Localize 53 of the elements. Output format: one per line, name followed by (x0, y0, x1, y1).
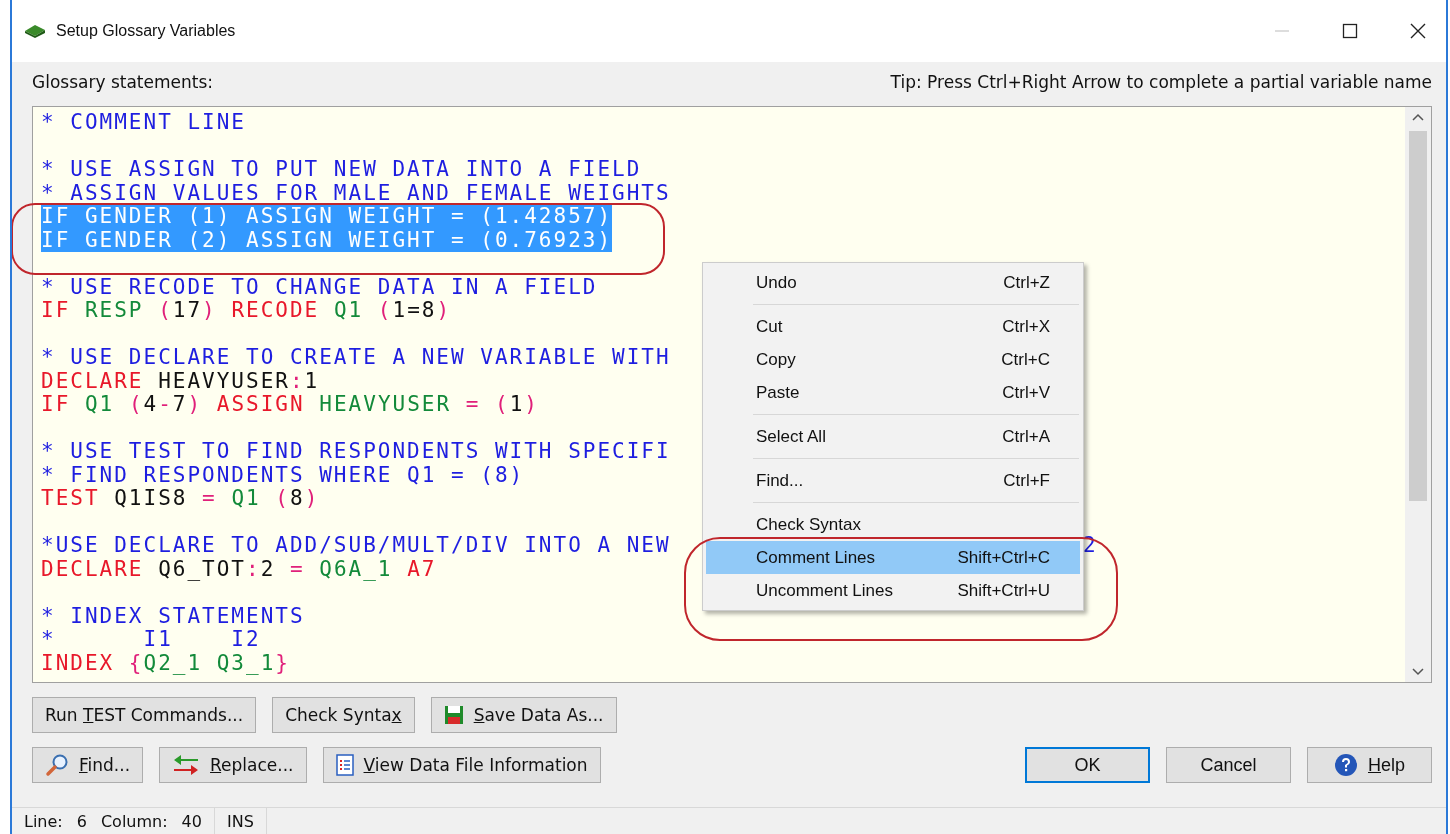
scroll-down-icon[interactable] (1412, 668, 1424, 676)
book-icon (24, 23, 46, 39)
code-line: TEST Q1IS8 = Q1 (8) (41, 486, 320, 510)
status-text: Column: (100, 812, 168, 830)
toolbar-button[interactable]: Check Syntax (272, 697, 415, 733)
code-line: IF RESP (17) RECODE Q1 (1=8) (41, 298, 452, 322)
code-line: * ASSIGN VALUES FOR MALE AND FEMALE WEIGHTS (41, 180, 671, 205)
status-text: Line: (24, 812, 63, 830)
code-line: * USE DECLARE TO CREATE A NEW VARIABLE WITH (41, 345, 671, 369)
code-line: *USE DECLARE TO ADD/SUB/MULT/DIV INTO A NEW (41, 533, 671, 557)
code-line: * INDEX STATEMENTS (41, 603, 305, 628)
toolbar-button[interactable]: Replace... (159, 747, 307, 783)
code-line: DECLARE Q6_TOT:2 = Q6A_1 A7 (41, 556, 437, 581)
editor-label: Glossary statements: (32, 72, 213, 92)
code-line: DECLARE HEAVYUSER:1 (41, 368, 320, 393)
status-text: INS (226, 812, 254, 830)
code-line: * USE ASSIGN TO PUT NEW DATA INTO A FIELD (41, 157, 642, 181)
dialog-button[interactable]: OK (1025, 747, 1150, 783)
toolbar-button[interactable]: Save Data As... (430, 697, 617, 733)
code-line: * FIND RESPONDENTS WHERE Q1 = (8) (41, 462, 525, 487)
toolbar-button[interactable]: View Data File Information (322, 747, 601, 783)
code-line: IF Q1 (4-7) ASSIGN HEAVYUSER = (1) (41, 392, 539, 416)
maximize-icon[interactable] (1342, 23, 1358, 39)
menu-item[interactable]: Copy Ctrl+C (706, 343, 1080, 376)
status-text: 6 (76, 812, 87, 830)
code-line: * USE TEST TO FIND RESPONDENTS WITH SPECIFI (41, 439, 671, 463)
code-line: INDEX {Q2_1 Q3_1} (41, 650, 290, 675)
list-icon (335, 754, 354, 776)
scrollbar[interactable] (1405, 107, 1431, 682)
toolbar-button[interactable]: Find... (32, 747, 144, 783)
help-icon (1334, 753, 1358, 777)
toolbar-button[interactable]: Run TEST Commands... (32, 697, 257, 733)
close-icon[interactable] (1410, 23, 1426, 39)
code-line: * COMMENT LINE (41, 110, 246, 134)
menu-item[interactable]: Select All Ctrl+A (706, 420, 1080, 453)
status-text: 40 (181, 812, 202, 830)
menu-item[interactable]: Comment Lines Shift+Ctrl+C (706, 541, 1080, 574)
swap-arrows-icon (172, 753, 201, 777)
tip-text: Tip: Press Ctrl+Right Arrow to complete a partial variable name (890, 72, 1432, 92)
scroll-up-icon[interactable] (1412, 113, 1424, 121)
menu-item[interactable]: Cut Ctrl+X (706, 310, 1080, 343)
code-line: * USE RECODE TO CHANGE DATA IN A FIELD (41, 274, 598, 299)
code-line: * I1 I2 (41, 627, 261, 651)
dialog-button[interactable]: Cancel (1166, 747, 1291, 783)
menu-item[interactable]: Uncomment Lines Shift+Ctrl+U (706, 574, 1080, 607)
menu-item[interactable]: Check Syntax (706, 508, 1080, 541)
menu-item[interactable]: Paste Ctrl+V (706, 376, 1080, 409)
dialog-button[interactable]: Help (1307, 747, 1432, 783)
search-icon (45, 753, 69, 777)
window-title: Setup Glossary Variables (56, 22, 236, 40)
menu-item[interactable]: Undo Ctrl+Z (706, 266, 1080, 299)
menu-item[interactable]: Find... Ctrl+F (706, 464, 1080, 497)
scrollbar-thumb[interactable] (1409, 131, 1427, 501)
